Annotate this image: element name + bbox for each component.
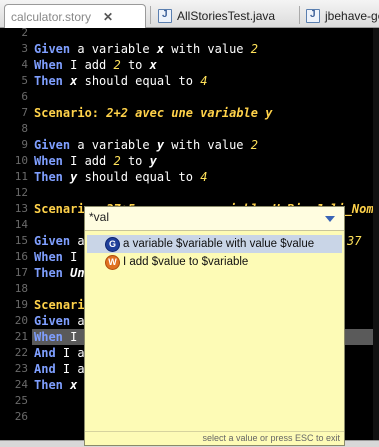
line-number: 25: [14, 394, 28, 407]
line-number: 24: [14, 378, 28, 391]
proposal-when-add[interactable]: W I add $value to $variable: [87, 253, 342, 271]
content-assist-status: select a value or press ESC to exit: [85, 431, 344, 445]
close-tab-icon[interactable]: ✕: [103, 10, 113, 24]
line-number: 4: [21, 58, 28, 71]
line-number: 14: [14, 218, 28, 231]
tab-divider: [299, 6, 300, 24]
line-number: 21: [14, 330, 28, 343]
code-line-7: Scenario: 2+2 avec une variable y: [34, 106, 273, 120]
line-number: 9: [21, 138, 28, 151]
line-number: 20: [14, 314, 28, 327]
java-file-icon: [158, 9, 172, 23]
content-assist-filter-bar: *val: [85, 207, 344, 231]
editor-tab-bar: calculator.story ✕ AllStoriesTest.java j…: [0, 0, 379, 28]
proposal-label: a variable $variable with value $value: [123, 238, 315, 250]
content-assist-filter[interactable]: *val: [89, 210, 109, 224]
line-number: 13: [14, 202, 28, 215]
line-number-gutter: 2 3 4 5 6 7 8 9 10 11 12 13 14 15 16 17 18 19 20 21 22 23 24 25…: [0, 26, 32, 440]
code-line-9: Given a variable y with value 2: [34, 138, 258, 152]
line-number: 6: [21, 90, 28, 103]
line-number: 18: [14, 282, 28, 295]
code-line-5: Then x should equal to 4: [34, 74, 208, 88]
line-number: 17: [14, 266, 28, 279]
code-line-3: Given a variable x with value 2: [34, 42, 258, 56]
tab-label: calculator.story: [11, 9, 92, 24]
tab-label: AllStoriesTest.java: [177, 9, 276, 23]
overview-ruler: [373, 28, 379, 440]
proposal-given-variable[interactable]: G a variable $variable with value $value: [87, 235, 342, 253]
content-assist-popup: *val G a variable $variable with value $…: [84, 206, 345, 446]
proposal-label: I add $value to $variable: [123, 256, 249, 268]
java-file-icon: [306, 9, 320, 23]
code-line-4: When I add 2 to x: [34, 58, 157, 72]
line-number: 23: [14, 362, 28, 375]
when-step-icon: W: [105, 254, 120, 270]
line-number: 2: [21, 26, 28, 39]
line-number: 16: [14, 250, 28, 263]
tab-allstoriestest[interactable]: AllStoriesTest.java: [158, 4, 275, 28]
tab-jbehave[interactable]: jbehave-ge: [306, 4, 379, 28]
line-number: 26: [14, 410, 28, 423]
tab-divider: [150, 6, 151, 24]
line-number: 7: [21, 106, 28, 119]
line-number: 11: [14, 170, 28, 183]
code-line-11: Then y should equal to 4: [34, 170, 208, 184]
given-step-icon: G: [105, 236, 120, 252]
tab-label: jbehave-ge: [325, 9, 379, 23]
code-line-10: When I add 2 to y: [34, 154, 157, 168]
line-number: 8: [21, 122, 28, 135]
line-number: 22: [14, 346, 28, 359]
line-number: 19: [14, 298, 28, 311]
line-number: 12: [14, 186, 28, 199]
line-number: 5: [21, 74, 28, 87]
chevron-down-icon[interactable]: [325, 216, 335, 222]
line-number: 3: [21, 42, 28, 55]
line-number: 15: [14, 234, 28, 247]
line-number: 10: [14, 154, 28, 167]
